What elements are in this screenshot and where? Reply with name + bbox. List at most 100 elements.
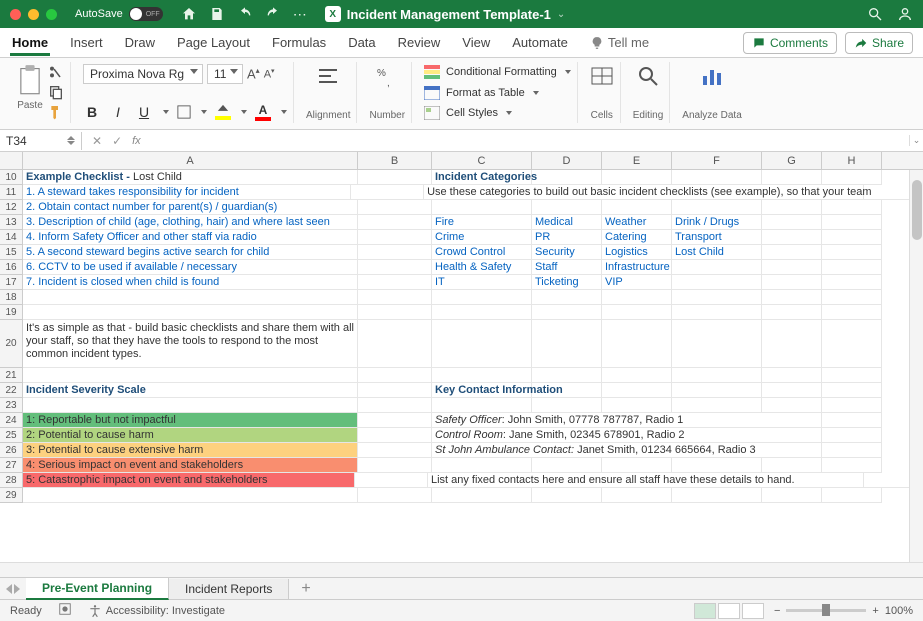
- cell[interactable]: [822, 368, 882, 383]
- cell[interactable]: [602, 458, 672, 473]
- row-header[interactable]: 14: [0, 230, 23, 245]
- bold-button[interactable]: B: [83, 104, 101, 120]
- cell[interactable]: [358, 398, 432, 413]
- formula-input[interactable]: [151, 130, 909, 151]
- cell[interactable]: [822, 170, 882, 185]
- fill-color-button[interactable]: [215, 104, 231, 120]
- cell[interactable]: [762, 200, 822, 215]
- cell[interactable]: [602, 383, 672, 398]
- underline-dropdown[interactable]: [163, 110, 169, 114]
- cell[interactable]: [672, 383, 762, 398]
- cell[interactable]: [532, 170, 602, 185]
- cell[interactable]: 5. A second steward begins active search…: [23, 245, 358, 260]
- cell[interactable]: [23, 398, 358, 413]
- cell[interactable]: [532, 290, 602, 305]
- cell[interactable]: List any fixed contacts here and ensure …: [428, 473, 864, 488]
- cell[interactable]: Staff: [532, 260, 602, 275]
- zoom-out-button[interactable]: −: [774, 605, 780, 617]
- cell[interactable]: [358, 443, 432, 458]
- cell[interactable]: Medical: [532, 215, 602, 230]
- row-header[interactable]: 26: [0, 443, 23, 458]
- row-header[interactable]: 28: [0, 473, 23, 488]
- cell[interactable]: Crime: [432, 230, 532, 245]
- paste-button[interactable]: Paste: [16, 64, 44, 111]
- cell[interactable]: [432, 368, 532, 383]
- row-header[interactable]: 24: [0, 413, 23, 428]
- row-header[interactable]: 15: [0, 245, 23, 260]
- col-header-C[interactable]: C: [432, 152, 532, 169]
- cell[interactable]: Fire: [432, 215, 532, 230]
- autosave-toggle[interactable]: AutoSave OFF: [75, 7, 163, 21]
- cell[interactable]: [358, 413, 432, 428]
- cell[interactable]: [602, 170, 672, 185]
- save-icon[interactable]: [209, 6, 225, 22]
- font-size-select[interactable]: 11: [207, 64, 243, 84]
- namebox-stepper[interactable]: [67, 136, 75, 145]
- cell[interactable]: [532, 305, 602, 320]
- copy-icon[interactable]: [48, 84, 64, 100]
- cell[interactable]: 5: Catastrophic impact on event and stak…: [23, 473, 355, 488]
- row-header[interactable]: 23: [0, 398, 23, 413]
- vertical-scrollbar[interactable]: [909, 170, 923, 562]
- editing-icon[interactable]: [636, 64, 660, 88]
- cell[interactable]: [762, 290, 822, 305]
- col-header-F[interactable]: F: [672, 152, 762, 169]
- decrease-font-icon[interactable]: A▾: [264, 67, 275, 81]
- cell[interactable]: Key Contact Information: [432, 383, 532, 398]
- cell[interactable]: [672, 170, 762, 185]
- cell[interactable]: Health & Safety: [432, 260, 532, 275]
- cell[interactable]: [762, 320, 822, 368]
- cell[interactable]: St John Ambulance Contact: Janet Smith, …: [432, 443, 822, 458]
- cell[interactable]: [672, 320, 762, 368]
- row-header[interactable]: 29: [0, 488, 23, 503]
- row-header[interactable]: 16: [0, 260, 23, 275]
- worksheet-grid[interactable]: A B C D E F G H 10Example Checklist - Lo…: [0, 152, 923, 562]
- sheet-tab-pre-event[interactable]: Pre-Event Planning: [26, 578, 169, 600]
- cell[interactable]: 6. CCTV to be used if available / necess…: [23, 260, 358, 275]
- cell[interactable]: PR: [532, 230, 602, 245]
- increase-font-icon[interactable]: A▴: [247, 66, 260, 81]
- comments-button[interactable]: Comments: [743, 32, 837, 54]
- document-title[interactable]: X Incident Management Template-1 ⌄: [325, 6, 566, 22]
- cell[interactable]: [672, 458, 762, 473]
- cell[interactable]: [672, 275, 762, 290]
- alignment-icon[interactable]: [316, 64, 340, 88]
- select-all-corner[interactable]: [0, 152, 23, 169]
- cell[interactable]: [358, 383, 432, 398]
- cell[interactable]: [822, 320, 882, 368]
- cell[interactable]: [672, 305, 762, 320]
- number-format-icon[interactable]: %,: [375, 64, 399, 88]
- cell[interactable]: [822, 488, 882, 503]
- col-header-B[interactable]: B: [358, 152, 432, 169]
- row-header[interactable]: 20: [0, 320, 23, 368]
- cell[interactable]: [672, 488, 762, 503]
- page-layout-view-button[interactable]: [718, 603, 740, 619]
- row-header[interactable]: 10: [0, 170, 23, 185]
- cell[interactable]: Logistics: [602, 245, 672, 260]
- cell[interactable]: [762, 260, 822, 275]
- redo-icon[interactable]: [265, 6, 281, 22]
- cell[interactable]: [822, 275, 882, 290]
- borders-icon[interactable]: [177, 105, 191, 119]
- cell[interactable]: [822, 443, 882, 458]
- cell[interactable]: [432, 320, 532, 368]
- cell[interactable]: [672, 368, 762, 383]
- add-sheet-button[interactable]: +: [289, 580, 322, 598]
- cell[interactable]: [822, 458, 882, 473]
- cell[interactable]: Weather: [602, 215, 672, 230]
- account-icon[interactable]: [897, 6, 913, 22]
- cell[interactable]: Ticketing: [532, 275, 602, 290]
- cell[interactable]: [23, 290, 358, 305]
- col-header-E[interactable]: E: [602, 152, 672, 169]
- conditional-formatting-button[interactable]: Conditional Formatting: [424, 64, 571, 80]
- row-header[interactable]: 21: [0, 368, 23, 383]
- cell[interactable]: [822, 398, 882, 413]
- cell[interactable]: Safety Officer: John Smith, 07778 787787…: [432, 413, 822, 428]
- cell[interactable]: [822, 230, 882, 245]
- confirm-formula-icon[interactable]: ✓: [112, 134, 122, 148]
- cell[interactable]: [762, 215, 822, 230]
- cell[interactable]: [762, 398, 822, 413]
- cell[interactable]: [822, 413, 882, 428]
- cell[interactable]: [358, 275, 432, 290]
- minimize-window-button[interactable]: [28, 9, 39, 20]
